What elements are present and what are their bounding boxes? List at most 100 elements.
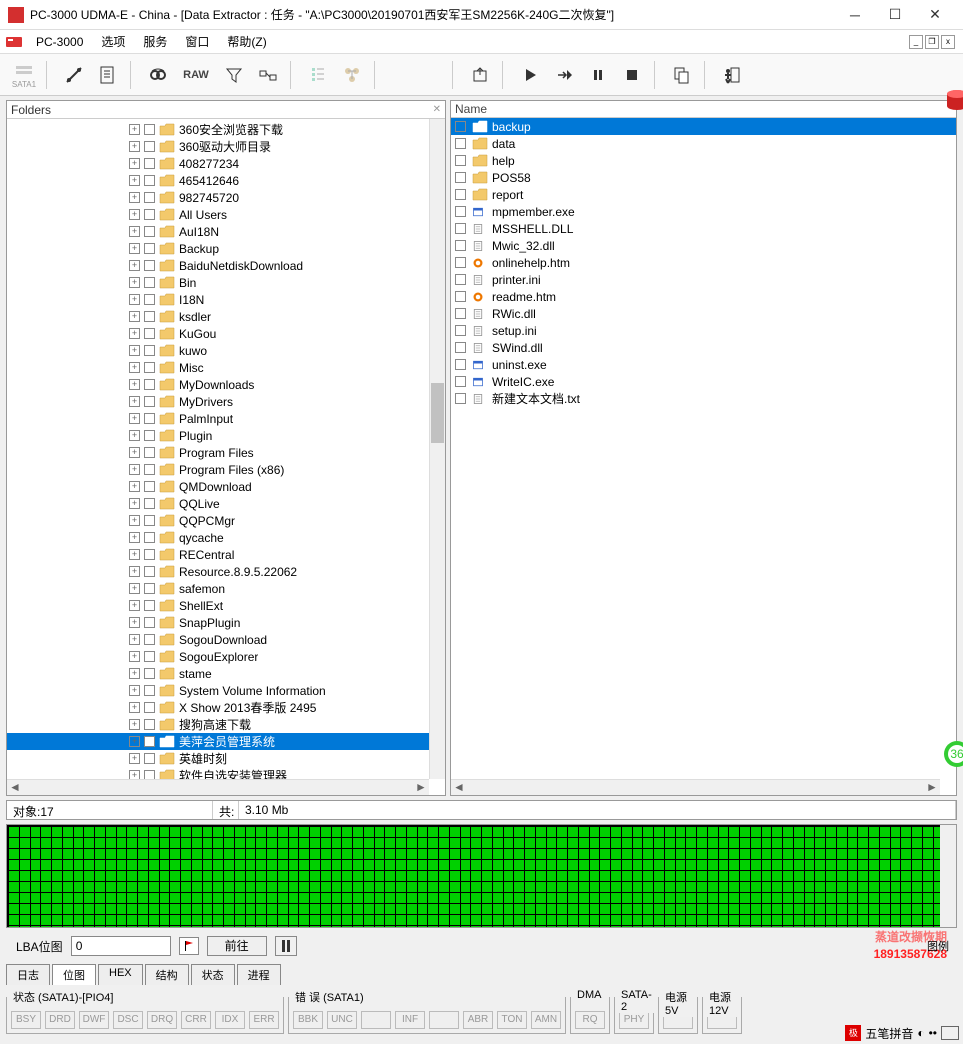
tree-item[interactable]: +465412646 [7, 172, 445, 189]
expander-icon[interactable]: + [129, 685, 140, 696]
exit-button[interactable] [716, 59, 748, 91]
checkbox[interactable] [144, 447, 155, 458]
tree-item[interactable]: +PalmInput [7, 410, 445, 427]
expander-icon[interactable]: + [129, 175, 140, 186]
pause-button[interactable] [582, 59, 614, 91]
checkbox[interactable] [144, 668, 155, 679]
search-button[interactable] [142, 59, 174, 91]
checkbox[interactable] [455, 138, 466, 149]
checkbox[interactable] [455, 189, 466, 200]
file-list[interactable]: backupdatahelpPOS58reportmpmember.exeMSS… [451, 118, 956, 407]
file-row[interactable]: uninst.exe [451, 356, 956, 373]
checkbox[interactable] [144, 209, 155, 220]
map2-button[interactable] [336, 59, 368, 91]
ime-bar[interactable]: 极 五笔拼音 ◐ •• [841, 1022, 963, 1044]
expander-icon[interactable]: + [129, 464, 140, 475]
tree-item[interactable]: +Program Files (x86) [7, 461, 445, 478]
checkbox[interactable] [144, 226, 155, 237]
checkbox[interactable] [144, 294, 155, 305]
side-db-icon[interactable] [943, 86, 963, 114]
tree-item[interactable]: +BaiduNetdiskDownload [7, 257, 445, 274]
checkbox[interactable] [144, 413, 155, 424]
mdi-restore[interactable]: ❐ [925, 35, 939, 49]
lba-flag-icon[interactable] [179, 937, 199, 955]
skip-button[interactable] [548, 59, 580, 91]
tree-item[interactable]: +MyDownloads [7, 376, 445, 393]
sector-map[interactable] [6, 824, 957, 928]
tree-item[interactable]: +982745720 [7, 189, 445, 206]
grid-vscroll[interactable] [940, 825, 956, 927]
checkbox[interactable] [144, 583, 155, 594]
file-row[interactable]: mpmember.exe [451, 203, 956, 220]
expander-icon[interactable]: + [129, 379, 140, 390]
tree-item[interactable]: +MyDrivers [7, 393, 445, 410]
tree-item[interactable]: +qycache [7, 529, 445, 546]
checkbox[interactable] [455, 223, 466, 234]
checkbox[interactable] [455, 274, 466, 285]
lba-go-button[interactable]: 前往 [207, 936, 267, 956]
tree-item[interactable]: +Misc [7, 359, 445, 376]
file-row[interactable]: report [451, 186, 956, 203]
checkbox[interactable] [455, 172, 466, 183]
checkbox[interactable] [455, 325, 466, 336]
tree-item[interactable]: +408277234 [7, 155, 445, 172]
checkbox[interactable] [455, 206, 466, 217]
ime-half-icon[interactable]: ◐ [917, 1026, 924, 1040]
checkbox[interactable] [144, 719, 155, 730]
legend-label[interactable]: 图例 [927, 938, 949, 954]
tree-item[interactable]: +英雄时刻 [7, 750, 445, 767]
expander-icon[interactable]: + [129, 124, 140, 135]
tree-item[interactable]: +kuwo [7, 342, 445, 359]
expander-icon[interactable]: + [129, 617, 140, 628]
menu-options[interactable]: 选项 [93, 31, 133, 52]
maximize-button[interactable]: ☐ [875, 1, 915, 29]
menu-window[interactable]: 窗口 [177, 31, 217, 52]
expander-icon[interactable]: + [129, 583, 140, 594]
checkbox[interactable] [144, 634, 155, 645]
tree-item[interactable]: +All Users [7, 206, 445, 223]
mdi-close[interactable]: x [941, 35, 955, 49]
checkbox[interactable] [144, 430, 155, 441]
expander-icon[interactable]: + [129, 447, 140, 458]
tab-3[interactable]: 结构 [145, 964, 189, 985]
tree-item[interactable]: +ShellExt [7, 597, 445, 614]
expander-icon[interactable]: + [129, 719, 140, 730]
file-row[interactable]: printer.ini [451, 271, 956, 288]
ime-keyboard-icon[interactable] [941, 1026, 959, 1040]
filter-button[interactable] [218, 59, 250, 91]
tree-item[interactable]: +QMDownload [7, 478, 445, 495]
file-row[interactable]: readme.htm [451, 288, 956, 305]
tab-4[interactable]: 状态 [191, 964, 235, 985]
list-header-name[interactable]: Name [451, 101, 956, 118]
lba-pause-button[interactable] [275, 936, 297, 956]
checkbox[interactable] [455, 155, 466, 166]
ime-punct-icon[interactable]: •• [929, 1026, 937, 1040]
checkbox[interactable] [144, 617, 155, 628]
expander-icon[interactable]: + [129, 243, 140, 254]
file-row[interactable]: setup.ini [451, 322, 956, 339]
expander-icon[interactable]: + [129, 634, 140, 645]
checkbox[interactable] [144, 192, 155, 203]
checkbox[interactable] [144, 566, 155, 577]
copy-button[interactable] [666, 59, 698, 91]
file-row[interactable]: help [451, 152, 956, 169]
checkbox[interactable] [144, 311, 155, 322]
checkbox[interactable] [144, 396, 155, 407]
tree-item[interactable]: +美萍会员管理系统 [7, 733, 445, 750]
expander-icon[interactable]: + [129, 260, 140, 271]
tree-item[interactable]: +360驱动大师目录 [7, 138, 445, 155]
tree-item[interactable]: +RECentral [7, 546, 445, 563]
expander-icon[interactable]: + [129, 311, 140, 322]
checkbox[interactable] [144, 736, 155, 747]
checkbox[interactable] [455, 291, 466, 302]
checkbox[interactable] [144, 702, 155, 713]
tree-hscroll[interactable]: ◄► [7, 779, 429, 795]
file-row[interactable]: Mwic_32.dll [451, 237, 956, 254]
file-row[interactable]: backup [451, 118, 956, 135]
checkbox[interactable] [144, 345, 155, 356]
menu-help[interactable]: 帮助(Z) [219, 31, 274, 52]
tree-item[interactable]: +System Volume Information [7, 682, 445, 699]
expander-icon[interactable]: + [129, 668, 140, 679]
tree-item[interactable]: +SogouExplorer [7, 648, 445, 665]
expander-icon[interactable]: + [129, 396, 140, 407]
